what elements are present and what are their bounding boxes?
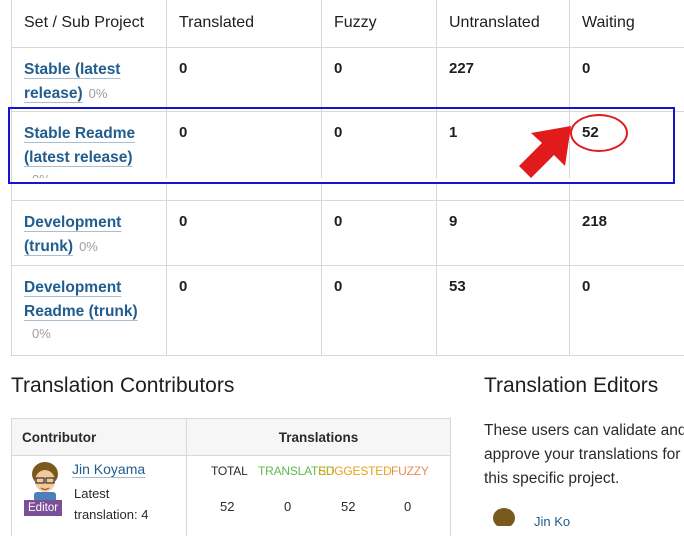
project-name-cell: Stable (latest release)0% bbox=[12, 47, 167, 111]
contributor-row: Editor Jin Koyama Latest translation: 4 … bbox=[12, 456, 451, 536]
editors-title: Translation Editors bbox=[484, 374, 658, 398]
highlight-circle bbox=[570, 114, 628, 152]
table-row: Development Readme (trunk) 0% 0 0 53 0 bbox=[12, 265, 684, 355]
header-fuzzy: Fuzzy bbox=[322, 0, 437, 47]
project-link-development-readme[interactable]: Development Readme (trunk) bbox=[24, 279, 138, 320]
header-waiting: Waiting bbox=[570, 0, 684, 47]
editors-description: These users can validate and approve you… bbox=[484, 419, 684, 491]
header-set-sub-project: Set / Sub Project bbox=[12, 0, 167, 47]
editor-name-link[interactable]: Jin Ko bbox=[534, 514, 570, 529]
untranslated-count[interactable]: 227 bbox=[437, 47, 570, 111]
project-name-cell: Development Readme (trunk) 0% bbox=[12, 265, 167, 355]
progress-percent: 0% bbox=[89, 86, 108, 101]
stat-total: 52 bbox=[220, 499, 234, 514]
waiting-count[interactable]: 0 bbox=[570, 47, 684, 111]
project-name-cell: Development (trunk)0% bbox=[12, 200, 167, 265]
translated-count: 0 bbox=[167, 200, 322, 265]
fuzzy-count: 0 bbox=[322, 47, 437, 111]
table-row: Stable (latest release)0% 0 0 227 0 bbox=[12, 47, 684, 111]
table-row: Development (trunk)0% 0 0 9 218 bbox=[12, 200, 684, 265]
fuzzy-count: 0 bbox=[322, 200, 437, 265]
header-untranslated: Untranslated bbox=[437, 0, 570, 47]
translation-stats: TOTAL TRANSLATED SUGGESTED FUZZY 52 0 52… bbox=[187, 456, 450, 536]
header-translated: Translated bbox=[167, 0, 322, 47]
header-contributor: Contributor bbox=[12, 419, 187, 456]
stat-translated: 0 bbox=[284, 499, 291, 514]
pointer-arrow-icon bbox=[515, 124, 575, 180]
waiting-count[interactable]: 0 bbox=[570, 265, 684, 355]
contributor-name-link[interactable]: Jin Koyama bbox=[72, 461, 145, 477]
contributors-title: Translation Contributors bbox=[11, 374, 234, 398]
contributor-cell: Editor Jin Koyama Latest translation: 4 bbox=[12, 456, 186, 536]
table-header-row: Set / Sub Project Translated Fuzzy Untra… bbox=[12, 0, 684, 47]
translated-count: 0 bbox=[167, 47, 322, 111]
stat-label-suggested: SUGGESTED bbox=[318, 464, 392, 478]
progress-percent: 0% bbox=[32, 326, 154, 341]
project-link-development[interactable]: Development (trunk) bbox=[24, 214, 121, 255]
translated-count: 0 bbox=[167, 265, 322, 355]
progress-percent: 0% bbox=[79, 239, 98, 254]
contributors-table: Contributor Translations Editor Jin Koya… bbox=[11, 418, 451, 536]
latest-translation-text: Latest translation: 4 bbox=[74, 483, 174, 525]
fuzzy-count: 0 bbox=[322, 265, 437, 355]
stat-suggested: 52 bbox=[341, 499, 355, 514]
untranslated-count[interactable]: 53 bbox=[437, 265, 570, 355]
header-translations: Translations bbox=[187, 419, 451, 456]
editor-badge: Editor bbox=[24, 500, 62, 516]
stat-label-fuzzy: FUZZY bbox=[391, 464, 429, 478]
editor-avatar bbox=[490, 506, 518, 526]
untranslated-count[interactable]: 9 bbox=[437, 200, 570, 265]
stat-fuzzy: 0 bbox=[404, 499, 411, 514]
waiting-count[interactable]: 218 bbox=[570, 200, 684, 265]
stat-label-total: TOTAL bbox=[211, 464, 248, 478]
